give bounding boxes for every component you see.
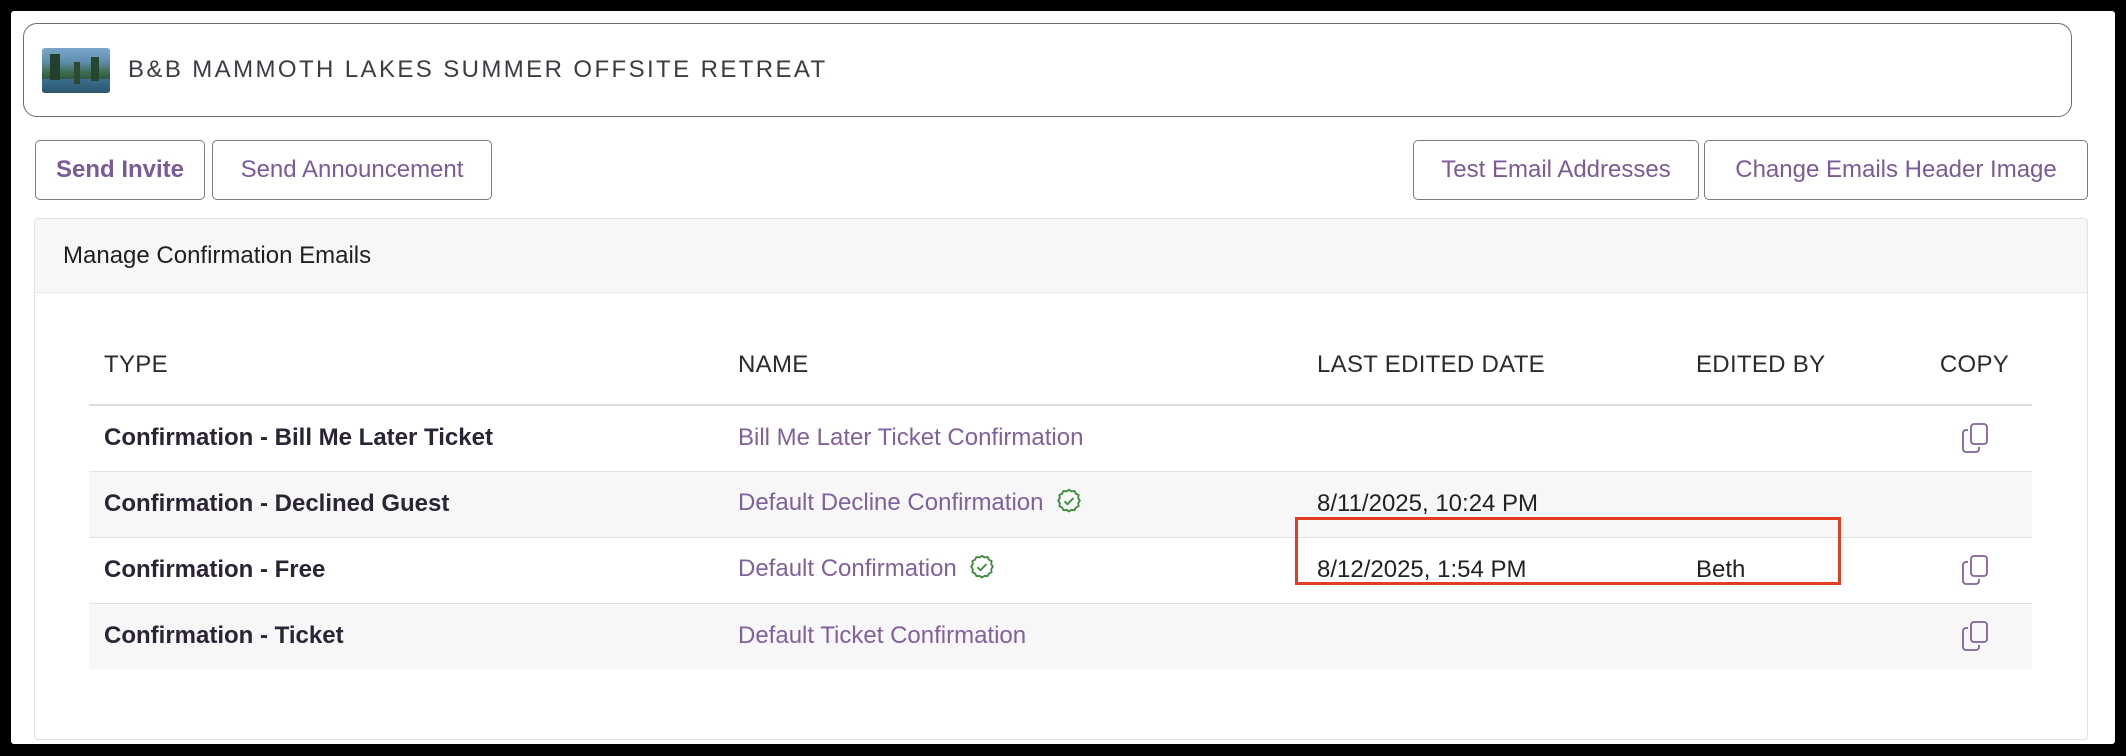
check-circle-icon — [1056, 488, 1082, 521]
row-edited-by — [1681, 471, 1917, 538]
row-edited-by — [1681, 405, 1917, 472]
row-type: Confirmation - Free — [89, 537, 723, 604]
row-type: Confirmation - Ticket — [89, 603, 723, 669]
copy-icon[interactable] — [1960, 621, 1990, 652]
copy-icon[interactable] — [1960, 555, 1990, 585]
event-title: B&B MAMMOTH LAKES SUMMER OFFSITE RETREAT — [128, 56, 828, 83]
row-type: Confirmation - Bill Me Later Ticket — [89, 405, 723, 472]
change-emails-header-image-button[interactable]: Change Emails Header Image — [1704, 140, 2088, 200]
row-name-cell: Default Confirmation — [723, 537, 1302, 604]
row-copy-cell — [1917, 405, 2032, 472]
event-thumbnail — [42, 47, 110, 93]
row-last-edited-date — [1302, 405, 1681, 472]
table-row: Confirmation - Free Default Confirmation… — [89, 537, 2032, 604]
row-copy-cell — [1917, 537, 2032, 604]
column-header-copy: COPY — [1917, 325, 2032, 406]
test-email-addresses-button[interactable]: Test Email Addresses — [1413, 140, 1699, 200]
row-name-link[interactable]: Bill Me Later Ticket Confirmation — [738, 424, 1083, 451]
table-row: Confirmation - Ticket Default Ticket Con… — [89, 603, 2032, 669]
column-header-last-edited-date: LAST EDITED DATE — [1302, 325, 1681, 406]
table-row: Confirmation - Bill Me Later Ticket Bill… — [89, 405, 2032, 472]
column-header-type: TYPE — [89, 325, 723, 406]
send-announcement-button[interactable]: Send Announcement — [212, 140, 492, 200]
row-last-edited-date — [1302, 603, 1681, 669]
row-copy-cell — [1917, 603, 2032, 669]
event-header: B&B MAMMOTH LAKES SUMMER OFFSITE RETREAT — [23, 23, 2072, 117]
row-name-link[interactable]: Default Decline Confirmation — [738, 489, 1043, 516]
send-invite-button[interactable]: Send Invite — [35, 140, 205, 200]
row-last-edited-date: 8/12/2025, 1:54 PM — [1302, 537, 1681, 604]
table-header-row: TYPE NAME LAST EDITED DATE EDITED BY COP… — [89, 325, 2032, 406]
column-header-name: NAME — [723, 325, 1302, 406]
confirmation-emails-panel: Manage Confirmation Emails TYPE NAME LAS… — [34, 218, 2088, 740]
row-edited-by — [1681, 603, 1917, 669]
panel-title: Manage Confirmation Emails — [35, 219, 2087, 293]
row-edited-by: Beth — [1681, 537, 1917, 604]
check-circle-icon — [969, 554, 995, 587]
confirmation-emails-table: TYPE NAME LAST EDITED DATE EDITED BY COP… — [89, 325, 2032, 669]
row-copy-cell — [1917, 471, 2032, 538]
row-type: Confirmation - Declined Guest — [89, 471, 723, 538]
copy-icon[interactable] — [1960, 423, 1990, 454]
column-header-edited-by: EDITED BY — [1681, 325, 1917, 406]
row-name-cell: Bill Me Later Ticket Confirmation — [723, 405, 1302, 472]
table-row: Confirmation - Declined Guest Default De… — [89, 471, 2032, 538]
row-last-edited-date: 8/11/2025, 10:24 PM — [1302, 471, 1681, 538]
row-name-cell: Default Ticket Confirmation — [723, 603, 1302, 669]
row-name-link[interactable]: Default Ticket Confirmation — [738, 622, 1026, 649]
row-name-cell: Default Decline Confirmation — [723, 471, 1302, 538]
row-name-link[interactable]: Default Confirmation — [738, 555, 957, 582]
